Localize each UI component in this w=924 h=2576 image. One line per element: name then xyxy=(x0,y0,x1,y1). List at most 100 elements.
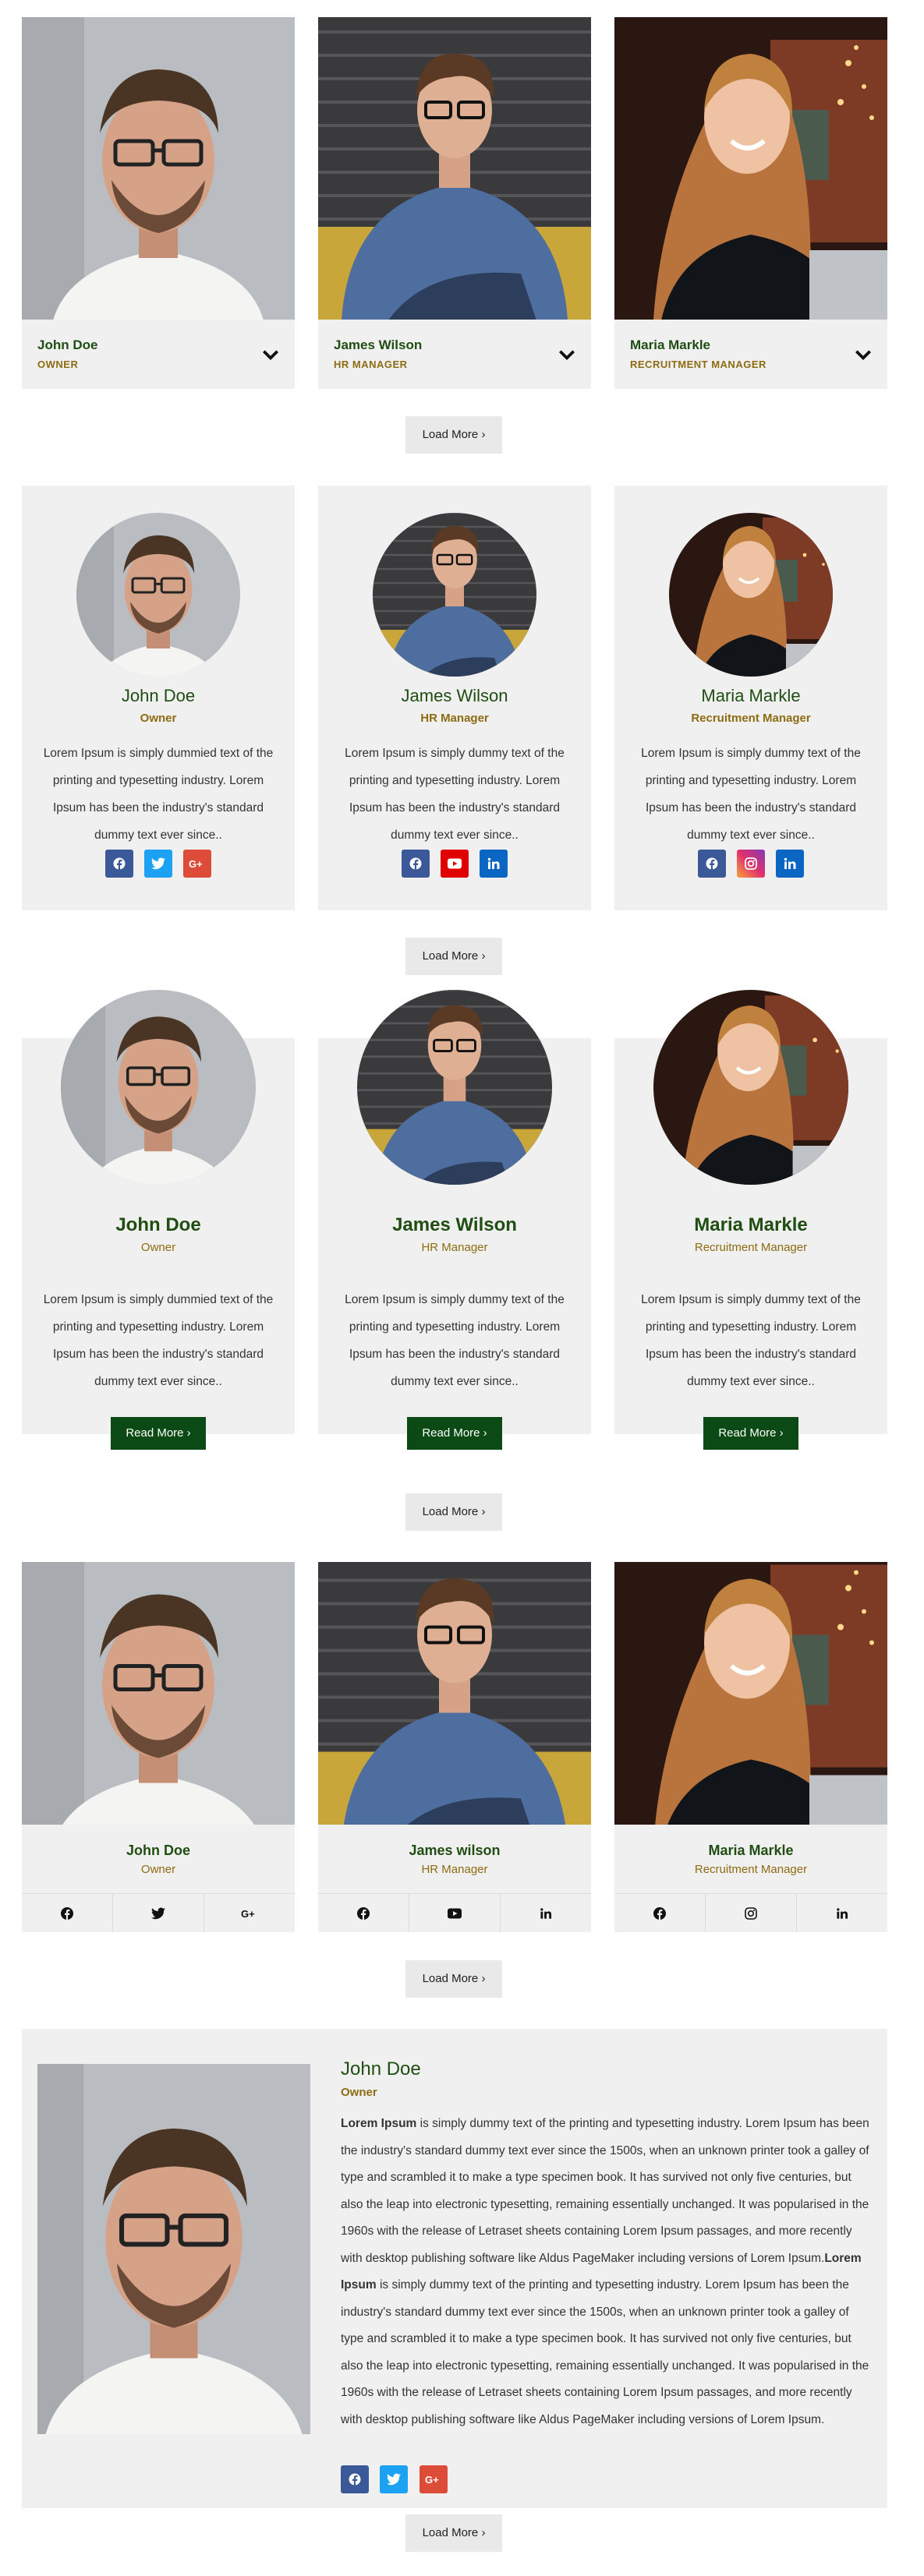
john-avatar xyxy=(61,990,256,1185)
maria-photo xyxy=(614,17,887,320)
team-card-maria: Maria Markle Recruitment Manager Lorem I… xyxy=(614,486,887,910)
member-name: John Doe xyxy=(115,1214,201,1235)
facebook-icon[interactable] xyxy=(697,850,726,878)
member-name: Maria Markle xyxy=(701,686,801,705)
load-more-button[interactable]: Load More › xyxy=(405,1493,502,1531)
facebook-icon[interactable] xyxy=(341,2465,369,2493)
social-links xyxy=(614,850,887,878)
member-role: Recruitment Manager xyxy=(694,1241,808,1254)
social-bar xyxy=(614,1893,887,1932)
james-photo xyxy=(318,17,591,320)
member-role: Recruitment Manager xyxy=(694,1863,808,1876)
member-description: Lorem Ipsum is simply dummy text of the … xyxy=(345,747,565,842)
social-bar: G+ xyxy=(22,1893,295,1932)
team-card-maria: Maria Markle RECRUITMENT MANAGER xyxy=(614,17,887,389)
member-name: James wilson xyxy=(409,1843,501,1858)
linkedin-icon[interactable] xyxy=(776,850,805,878)
member-name: Maria Markle xyxy=(630,337,710,352)
member-role: HR Manager xyxy=(421,1241,488,1254)
john-photo xyxy=(22,1562,295,1825)
member-role: HR Manager xyxy=(420,712,489,725)
linkedin-icon[interactable] xyxy=(797,1894,887,1932)
member-role: RECRUITMENT MANAGER xyxy=(630,359,766,370)
john-photo xyxy=(37,2064,310,2434)
bio-text-2: is simply dummy text of the printing and… xyxy=(341,2278,869,2426)
bio-bold-1: Lorem Ipsum xyxy=(341,2117,417,2130)
facebook-icon[interactable] xyxy=(22,1894,113,1932)
member-role: Owner xyxy=(341,2086,377,2099)
member-description: Lorem Ipsum is simply dummied text of th… xyxy=(43,747,274,842)
instagram-icon[interactable] xyxy=(737,850,765,878)
svg-text:G+: G+ xyxy=(241,1908,255,1919)
member-role: Recruitment Manager xyxy=(691,712,811,725)
team-card-john: John Doe Owner G+ xyxy=(22,1562,295,1932)
james-photo xyxy=(318,1562,591,1825)
social-links xyxy=(318,850,591,878)
load-more-button[interactable]: Load More › xyxy=(405,2514,502,2552)
social-bar xyxy=(318,1893,591,1932)
google-plus-icon[interactable]: G+ xyxy=(204,1894,295,1932)
bio-text-1: is simply dummy text of the printing and… xyxy=(341,2117,869,2265)
member-name: John Doe xyxy=(126,1843,190,1858)
team-card-john: John Doe OWNER xyxy=(22,17,295,389)
facebook-icon[interactable] xyxy=(401,850,430,878)
load-more-button[interactable]: Load More › xyxy=(405,938,502,975)
member-name: John Doe xyxy=(121,686,196,705)
maria-avatar xyxy=(653,990,848,1185)
member-name: James Wilson xyxy=(334,337,423,352)
read-more-button[interactable]: Read More › xyxy=(407,1417,502,1450)
member-description: Lorem Ipsum is simply dummy text of the … xyxy=(345,1293,565,1388)
member-role: HR MANAGER xyxy=(334,359,408,370)
facebook-icon[interactable] xyxy=(318,1894,409,1932)
google-plus-icon[interactable]: G+ xyxy=(419,2465,448,2493)
load-more-button[interactable]: Load More › xyxy=(405,416,502,454)
john-photo xyxy=(22,17,295,320)
social-links: G+ xyxy=(337,2465,451,2493)
youtube-icon[interactable] xyxy=(409,1894,501,1932)
team-detail-card-john: John Doe Owner Lorem Ipsum is simply dum… xyxy=(22,2029,887,2508)
facebook-icon[interactable] xyxy=(104,850,133,878)
team-card-james: James Wilson HR Manager Lorem Ipsum is s… xyxy=(318,486,591,910)
member-name: John Doe xyxy=(37,337,98,352)
social-links: G+ xyxy=(22,850,295,878)
read-more-button[interactable]: Read More › xyxy=(703,1417,798,1450)
member-name: Maria Markle xyxy=(708,1843,794,1858)
chevron-down-icon[interactable] xyxy=(853,345,873,365)
member-role: HR Manager xyxy=(421,1863,488,1876)
svg-text:G+: G+ xyxy=(189,858,203,869)
team-card-james: James Wilson HR MANAGER xyxy=(318,17,591,389)
maria-avatar xyxy=(669,513,833,677)
james-avatar xyxy=(357,990,552,1185)
team-card-john: John Doe Owner Lorem Ipsum is simply dum… xyxy=(22,486,295,910)
linkedin-icon[interactable] xyxy=(480,850,508,878)
member-role: OWNER xyxy=(37,359,79,370)
twitter-icon[interactable] xyxy=(113,1894,204,1932)
load-more-button[interactable]: Load More › xyxy=(405,1960,502,1998)
google-plus-icon[interactable]: G+ xyxy=(183,850,212,878)
member-description: Lorem Ipsum is simply dummy text of the … xyxy=(641,747,861,842)
member-description: Lorem Ipsum is simply dummied text of th… xyxy=(43,1293,274,1388)
member-name: James Wilson xyxy=(392,1214,517,1235)
svg-text:G+: G+ xyxy=(425,2474,439,2485)
james-avatar xyxy=(373,513,536,677)
twitter-icon[interactable] xyxy=(144,850,172,878)
chevron-down-icon[interactable] xyxy=(260,345,281,365)
instagram-icon[interactable] xyxy=(706,1894,797,1932)
youtube-icon[interactable] xyxy=(441,850,469,878)
member-role: Owner xyxy=(140,1241,176,1254)
team-card-james: James wilson HR Manager xyxy=(318,1562,591,1932)
read-more-button[interactable]: Read More › xyxy=(111,1417,206,1450)
member-name: John Doe xyxy=(341,2058,421,2080)
linkedin-icon[interactable] xyxy=(501,1894,591,1932)
john-avatar xyxy=(76,513,240,677)
facebook-icon[interactable] xyxy=(614,1894,706,1932)
member-role: Owner xyxy=(140,712,177,725)
member-description: Lorem Ipsum is simply dummy text of the … xyxy=(641,1293,861,1388)
maria-photo xyxy=(614,1562,887,1825)
team-card-maria: Maria Markle Recruitment Manager xyxy=(614,1562,887,1932)
member-name: Maria Markle xyxy=(694,1214,808,1235)
member-role: Owner xyxy=(140,1863,176,1876)
twitter-icon[interactable] xyxy=(380,2465,409,2493)
chevron-down-icon[interactable] xyxy=(557,345,577,365)
member-name: James Wilson xyxy=(401,686,508,705)
